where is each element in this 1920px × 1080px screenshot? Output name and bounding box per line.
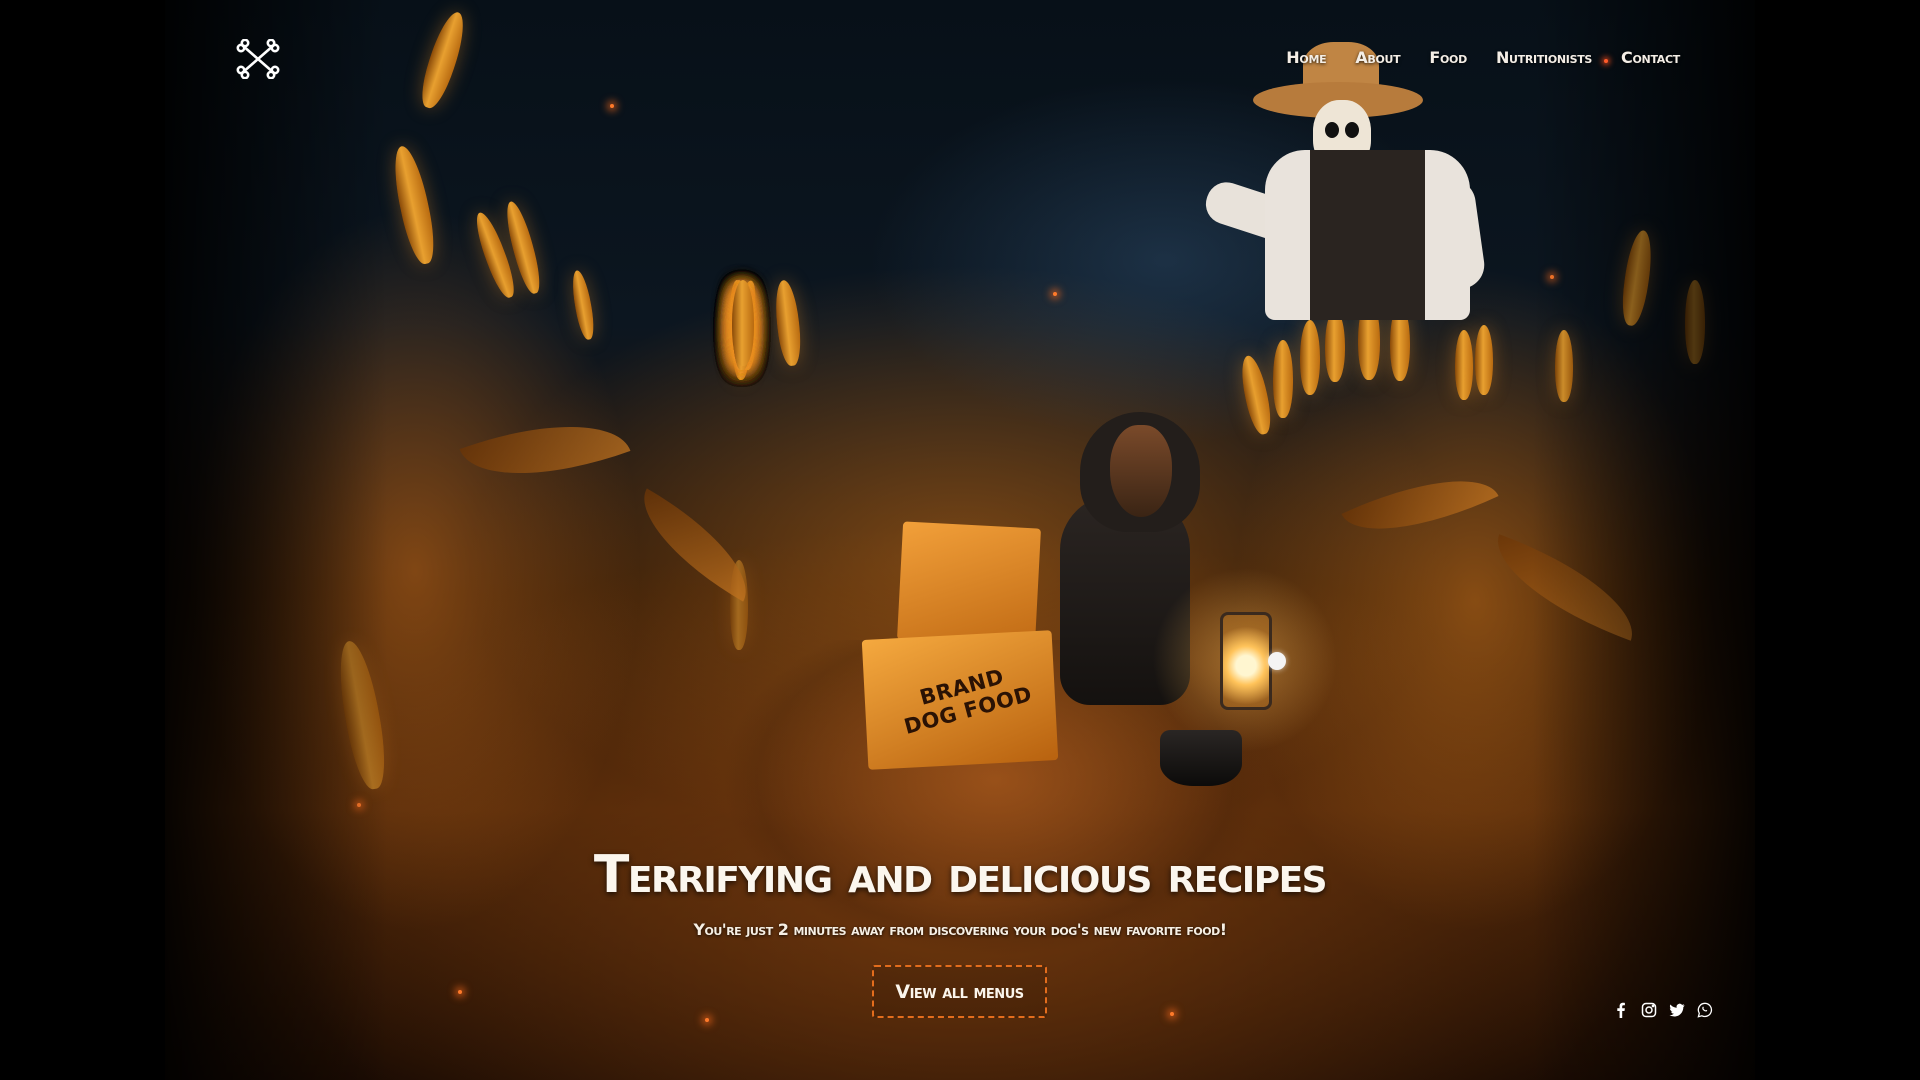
nav-nutritionists[interactable]: Nutritionists: [1496, 48, 1592, 67]
corn-cob: [1455, 330, 1473, 400]
nav-about[interactable]: About: [1355, 48, 1400, 67]
facebook-icon[interactable]: [1613, 1002, 1629, 1018]
hero-background-image: BRAND DOG FOOD: [165, 0, 1755, 1080]
nav-food[interactable]: Food: [1429, 48, 1467, 67]
dog-bowl: [1160, 730, 1242, 786]
slider-dot-active[interactable]: [1268, 652, 1286, 670]
dog-food-box-bottom: BRAND DOG FOOD: [861, 630, 1059, 770]
ember: [357, 803, 361, 807]
ember: [610, 104, 614, 108]
crossed-bones-icon[interactable]: [236, 38, 280, 80]
corn-cob: [1325, 310, 1345, 382]
nav-contact[interactable]: Contact: [1621, 48, 1680, 67]
corn-cob: [415, 8, 471, 112]
dog-face: [1110, 425, 1172, 517]
main-nav: Home About Food Nutritionists Contact: [1286, 48, 1680, 67]
corn-cob: [1475, 325, 1493, 395]
box-label: BRAND DOG FOOD: [891, 657, 1039, 740]
corn-cob: [1685, 280, 1705, 364]
ember: [1053, 292, 1057, 296]
twitter-icon[interactable]: [1669, 1002, 1685, 1018]
lantern: [1220, 612, 1272, 710]
social-links: [1613, 1002, 1713, 1018]
ember: [1550, 275, 1554, 279]
whatsapp-icon[interactable]: [1697, 1002, 1713, 1018]
corn-cob: [1555, 330, 1573, 402]
dog-food-box-top: [897, 521, 1041, 647]
corn-cob: [1273, 340, 1293, 418]
ember: [458, 990, 462, 994]
corn-cob: [772, 279, 804, 367]
corn-cob: [1300, 320, 1320, 395]
ember: [705, 1018, 709, 1022]
ember: [1170, 1012, 1174, 1016]
hero-title: Terrifying and delicious recipes: [593, 845, 1328, 905]
corn-cob: [732, 280, 754, 366]
nav-ember-dot: [1604, 59, 1608, 63]
instagram-icon[interactable]: [1641, 1002, 1657, 1018]
scarecrow-torso: [1265, 150, 1470, 320]
hero-subtitle: You're just 2 minutes away from discover…: [693, 920, 1227, 939]
nav-home[interactable]: Home: [1286, 48, 1326, 67]
view-all-menus-button[interactable]: View all menus: [872, 965, 1047, 1018]
